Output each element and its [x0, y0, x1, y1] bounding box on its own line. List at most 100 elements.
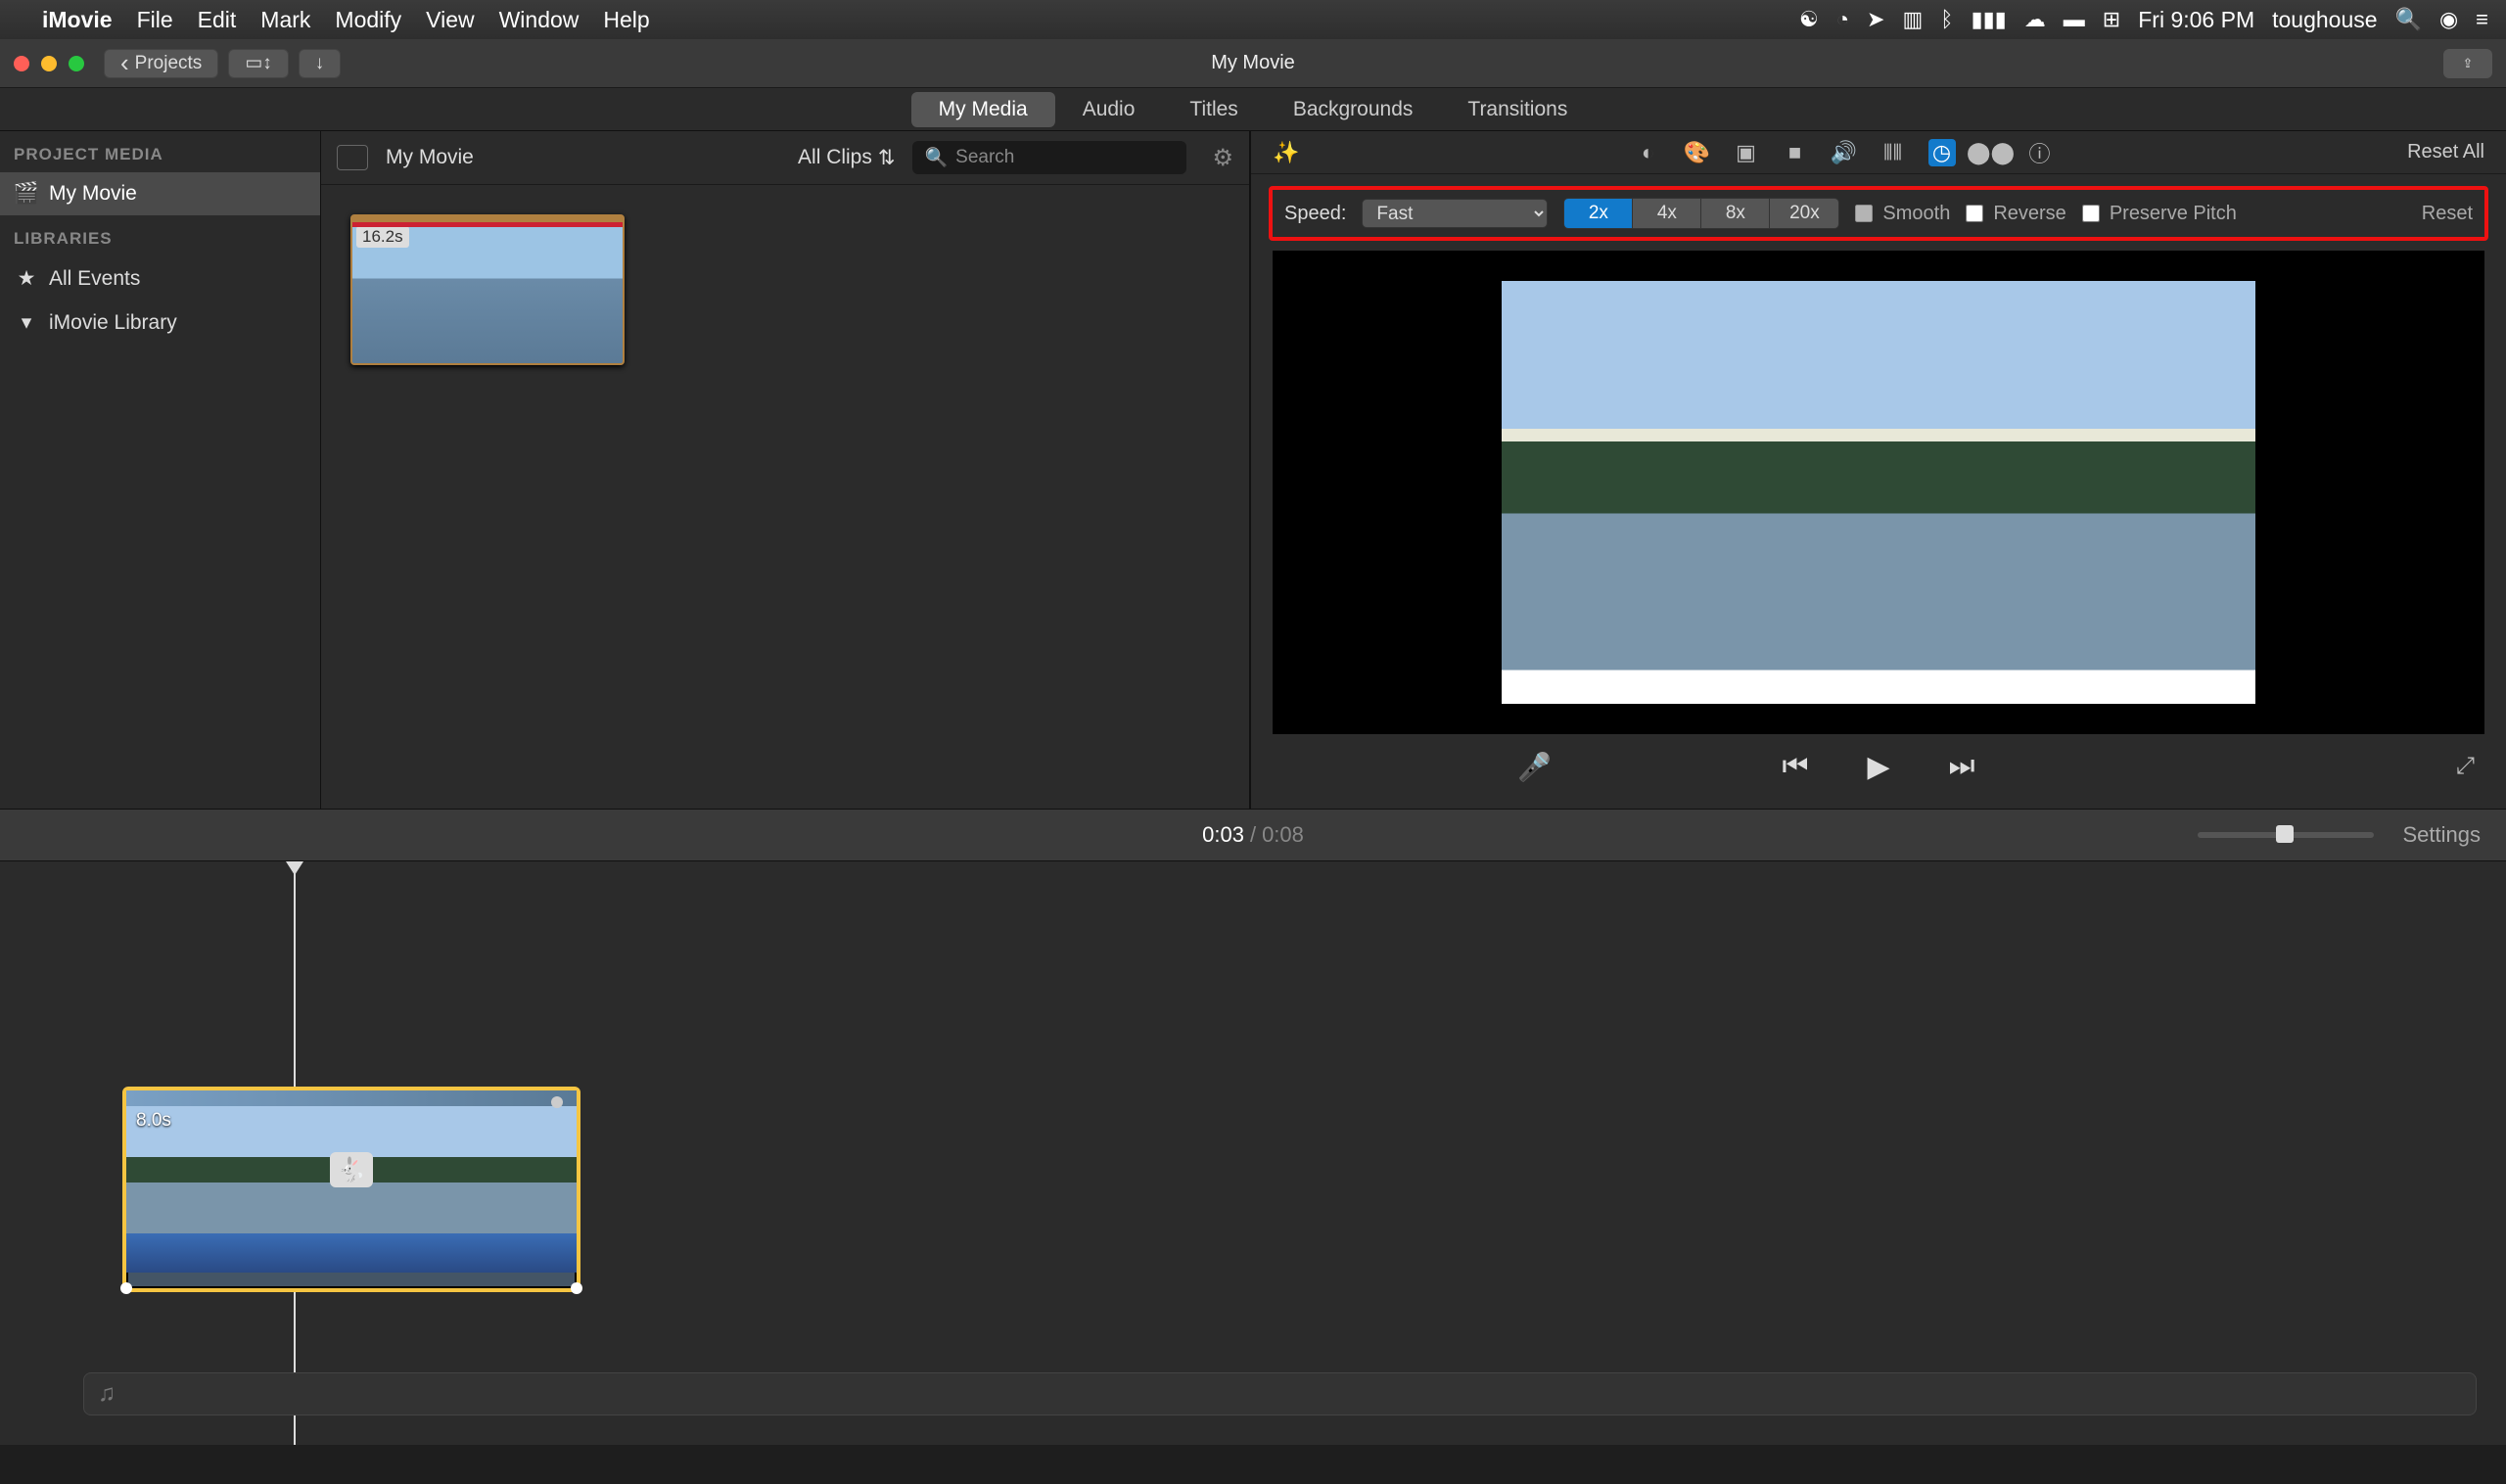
close-window-button[interactable] — [14, 56, 29, 71]
menubar-user[interactable]: toughouse — [2272, 7, 2377, 33]
battery-icon[interactable]: ▮▮▮ — [1971, 7, 2006, 32]
app-menu[interactable]: iMovie — [42, 7, 113, 33]
speed-reset-button[interactable]: Reset — [2422, 203, 2473, 225]
transport-controls: 🎤 ⏮ ▶ ⏭ ⤢ — [1273, 734, 2484, 799]
display-icon[interactable]: ▥ — [1902, 7, 1923, 32]
share-icon: ⇪ — [2463, 56, 2474, 71]
crop-icon[interactable]: ▣ — [1733, 139, 1760, 166]
menu-view[interactable]: View — [426, 7, 474, 33]
tab-transitions[interactable]: Transitions — [1440, 92, 1595, 127]
battery2-icon[interactable]: ▬ — [2064, 7, 2085, 32]
menubar-clock[interactable]: Fri 9:06 PM — [2138, 7, 2254, 33]
music-track-well[interactable]: ♫ — [83, 1372, 2477, 1415]
clips-filter-dropdown[interactable]: All Clips ⇅ — [798, 146, 895, 170]
volume-icon[interactable]: 🔊 — [1831, 139, 1858, 166]
timeline-settings-button[interactable]: Settings — [2403, 822, 2482, 848]
tab-titles[interactable]: Titles — [1162, 92, 1265, 127]
speed-20x-button[interactable]: 20x — [1770, 199, 1838, 228]
fast-speed-rabbit-icon: 🐇 — [330, 1152, 373, 1187]
speed-indicator-icon[interactable] — [551, 1096, 563, 1108]
play-button[interactable]: ▶ — [1867, 750, 1889, 784]
speed-dropdown[interactable]: Fast — [1362, 199, 1548, 228]
audio-waveform[interactable] — [126, 1233, 577, 1273]
video-viewport[interactable] — [1273, 251, 2484, 734]
speed-8x-button[interactable]: 8x — [1701, 199, 1770, 228]
menu-file[interactable]: File — [137, 7, 173, 33]
cloud-icon[interactable]: ☁ — [2024, 7, 2046, 32]
menu-help[interactable]: Help — [603, 7, 649, 33]
sidebar-item-imovie-library[interactable]: ▾ iMovie Library — [0, 301, 320, 345]
clapboard-icon: 🎬 — [16, 182, 37, 206]
spotlight-icon[interactable]: 🔍 — [2395, 7, 2422, 32]
tab-audio[interactable]: Audio — [1055, 92, 1163, 127]
voiceover-button[interactable]: 🎤 — [1517, 751, 1552, 783]
search-placeholder: Search — [955, 147, 1014, 168]
bluetooth-icon[interactable]: ᛒ — [1940, 7, 1953, 32]
sidebar-item-all-events[interactable]: ★ All Events — [0, 256, 320, 301]
noise-reduction-icon[interactable]: ⦀⦀ — [1880, 139, 1907, 166]
fullscreen-button[interactable]: ⤢ — [2456, 753, 2475, 780]
search-input[interactable]: 🔍 Search — [912, 141, 1186, 174]
previous-button[interactable]: ⏮ — [1782, 750, 1808, 783]
window-title: My Movie — [1211, 52, 1295, 74]
window-titlebar: Projects ▭↕ ↓ My Movie ⇪ — [0, 39, 2506, 88]
timeline[interactable]: 8.0s 🐇 ♫ — [0, 861, 2506, 1445]
status-icon[interactable]: ◔ — [1836, 7, 1849, 32]
browser-settings-button[interactable]: ⚙ — [1212, 144, 1233, 172]
color-correction-icon[interactable]: 🎨 — [1684, 139, 1711, 166]
clip-filter-icon[interactable]: ⬤⬤ — [1977, 139, 2005, 166]
chevron-updown-icon: ⇅ — [878, 146, 896, 170]
grid-icon[interactable]: ⊞ — [2103, 7, 2120, 32]
star-icon: ★ — [16, 266, 37, 291]
speed-4x-button[interactable]: 4x — [1633, 199, 1701, 228]
tab-my-media[interactable]: My Media — [911, 92, 1055, 127]
download-button[interactable]: ↓ — [299, 49, 342, 78]
video-frame — [1502, 281, 2255, 704]
menu-modify[interactable]: Modify — [335, 7, 401, 33]
filter-label: All Clips — [798, 146, 872, 169]
info-icon[interactable]: ⓘ — [2026, 139, 2054, 166]
sidebar-toggle-button[interactable] — [337, 145, 368, 170]
share-button[interactable]: ⇪ — [2443, 49, 2492, 78]
minimize-window-button[interactable] — [41, 56, 57, 71]
next-button[interactable]: ⏭ — [1949, 750, 1975, 783]
siri-icon[interactable]: ◉ — [2439, 7, 2458, 32]
menu-edit[interactable]: Edit — [198, 7, 237, 33]
media-clip[interactable]: 16.2s — [350, 214, 625, 365]
disclosure-triangle-icon[interactable]: ▾ — [16, 310, 37, 335]
back-to-projects-button[interactable]: Projects — [104, 49, 218, 78]
wechat-icon[interactable]: ☯ — [1799, 7, 1819, 32]
clip-trim-handle-right[interactable] — [571, 1282, 582, 1294]
menu-window[interactable]: Window — [499, 7, 580, 33]
fullscreen-window-button[interactable] — [69, 56, 84, 71]
browser-toolbar: My Movie All Clips ⇅ 🔍 Search ⚙ — [321, 131, 1249, 185]
stabilization-icon[interactable]: ■ — [1782, 139, 1809, 166]
reset-all-button[interactable]: Reset All — [2407, 141, 2484, 163]
timeline-zoom-slider[interactable] — [2198, 832, 2374, 838]
browser-content: 16.2s — [321, 185, 1249, 809]
current-time: 0:03 — [1202, 822, 1244, 847]
speed-icon[interactable]: ◷ — [1928, 139, 1956, 166]
preserve-pitch-checkbox[interactable]: Preserve Pitch — [2082, 203, 2237, 225]
library-sidebar: PROJECT MEDIA 🎬 My Movie LIBRARIES ★ All… — [0, 131, 321, 809]
timeline-clip[interactable]: 8.0s 🐇 — [122, 1087, 580, 1292]
notification-center-icon[interactable]: ≡ — [2476, 7, 2488, 32]
tab-backgrounds[interactable]: Backgrounds — [1266, 92, 1441, 127]
search-icon: 🔍 — [924, 146, 948, 169]
speed-label: Speed: — [1284, 203, 1346, 225]
import-media-button[interactable]: ▭↕ — [228, 49, 288, 78]
timeline-clip-duration: 8.0s — [136, 1110, 171, 1132]
menu-mark[interactable]: Mark — [260, 7, 310, 33]
smooth-checkbox[interactable]: Smooth — [1855, 203, 1950, 225]
reverse-checkbox[interactable]: Reverse — [1966, 203, 2065, 225]
location-icon[interactable]: ➤ — [1867, 7, 1884, 32]
browser-title: My Movie — [386, 146, 474, 169]
speed-2x-button[interactable]: 2x — [1564, 199, 1633, 228]
window-controls — [14, 56, 84, 71]
auto-enhance-icon[interactable]: ✨ — [1273, 139, 1300, 166]
music-note-icon: ♫ — [98, 1380, 116, 1408]
sidebar-item-my-movie[interactable]: 🎬 My Movie — [0, 172, 320, 215]
clip-trim-handle-left[interactable] — [120, 1282, 132, 1294]
color-balance-icon[interactable]: ◐ — [1635, 139, 1662, 166]
section-libraries: LIBRARIES — [0, 215, 320, 256]
